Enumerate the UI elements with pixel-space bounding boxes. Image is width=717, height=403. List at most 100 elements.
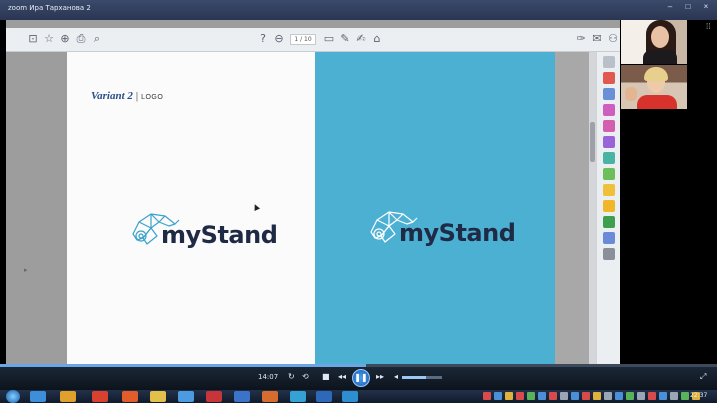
taskbar-clock: 22:37 <box>690 392 708 399</box>
vertical-scrollbar[interactable] <box>589 52 596 382</box>
tray-icon[interactable] <box>494 392 502 400</box>
pdf-icon[interactable] <box>603 72 615 84</box>
fast-forward-icon[interactable]: ▸▸ <box>376 372 384 382</box>
ie-icon[interactable] <box>30 391 46 402</box>
print-icon[interactable]: ⎙ <box>74 32 88 46</box>
sign-icon[interactable]: ✍ <box>354 32 368 46</box>
tray-icon[interactable] <box>681 392 689 400</box>
tools-icon[interactable] <box>603 232 615 244</box>
tray-icon[interactable] <box>615 392 623 400</box>
browser-icon[interactable] <box>178 391 194 402</box>
participant-body <box>637 95 677 109</box>
stamp-icon[interactable]: ⌂ <box>370 32 384 46</box>
brand-logo-blue: myStand <box>367 207 516 247</box>
upload-icon[interactable]: ⊕ <box>58 32 72 46</box>
stop-icon[interactable]: ■ <box>322 372 330 382</box>
progress-fill <box>0 364 366 367</box>
chrome-icon[interactable] <box>92 391 108 402</box>
zoom-icon[interactable]: ⌕ <box>90 32 104 46</box>
slide-page-blue: myStand <box>315 52 555 382</box>
left-margin: ▸ <box>6 52 67 382</box>
participant-video-2[interactable] <box>621 65 687 109</box>
office-icon[interactable] <box>122 391 138 402</box>
maximize-button[interactable]: □ <box>681 2 695 12</box>
bookmark-icon[interactable]: ☆ <box>42 32 56 46</box>
tray-icon[interactable] <box>637 392 645 400</box>
tray-icon[interactable] <box>593 392 601 400</box>
tray-icon[interactable] <box>604 392 612 400</box>
logo-label: LOGO <box>141 94 164 101</box>
tray-icon[interactable] <box>516 392 524 400</box>
shuffle-icon[interactable]: ⟲ <box>302 372 309 382</box>
folder-icon[interactable] <box>150 391 166 402</box>
zoom-app-icon[interactable] <box>316 391 332 402</box>
download-icon[interactable]: ⊖ <box>272 32 286 46</box>
shared-screen: ⊡ ☆ ⊕ ⎙ ⌕ ? ⊖ 1 / 10 ▭ ✎ ✍ ⌂ ✑ ✉ ⚇ ▸ Var… <box>6 20 620 382</box>
viewer-toolbar: ⊡ ☆ ⊕ ⎙ ⌕ ? ⊖ 1 / 10 ▭ ✎ ✍ ⌂ ✑ ✉ ⚇ <box>6 28 620 52</box>
print-icon[interactable] <box>603 216 615 228</box>
minimize-button[interactable]: – <box>663 2 677 12</box>
screen: zoom Ира Тарханова 2 – □ × ⊡ ☆ ⊕ ⎙ ⌕ ? ⊖… <box>0 0 717 403</box>
pen-icon[interactable]: ✎ <box>338 32 352 46</box>
brand-wordmark: myStand <box>161 221 278 249</box>
rewind-icon[interactable]: ◂◂ <box>338 372 346 382</box>
fullscreen-icon[interactable]: ⤢ <box>700 372 706 382</box>
comment-icon[interactable] <box>603 152 615 164</box>
volume-fill <box>402 376 426 379</box>
tray-icon[interactable] <box>560 392 568 400</box>
scrollbar-thumb[interactable] <box>590 122 595 162</box>
help-icon[interactable]: ? <box>256 32 270 46</box>
close-button[interactable]: × <box>699 2 713 12</box>
volume-slider[interactable] <box>402 376 442 379</box>
tray-icon[interactable] <box>571 392 579 400</box>
title-bar: zoom Ира Тарханова 2 – □ × <box>0 0 717 20</box>
tray-icon[interactable] <box>659 392 667 400</box>
media-player-icon[interactable] <box>342 391 358 402</box>
participant-hair <box>644 67 668 81</box>
export-icon[interactable] <box>603 88 615 100</box>
customize-icon[interactable] <box>603 248 615 260</box>
collapse-arrow-icon[interactable]: ▸ <box>24 266 28 274</box>
tray-icon[interactable] <box>549 392 557 400</box>
panel-grip-icon[interactable]: ⁞⁞ <box>706 22 710 31</box>
slide-page-white: Variant 2 | LOGO myStand <box>67 52 315 382</box>
tray-icon[interactable] <box>505 392 513 400</box>
start-button[interactable] <box>6 390 20 403</box>
tools-icon[interactable]: ✑ <box>574 32 588 46</box>
participant-body <box>643 50 677 64</box>
tray-icon[interactable] <box>483 392 491 400</box>
telegram-icon[interactable] <box>290 391 306 402</box>
scan-icon[interactable] <box>603 200 615 212</box>
playback-progress[interactable] <box>0 364 717 367</box>
organize-icon[interactable] <box>603 104 615 116</box>
zoom-icon[interactable] <box>603 56 615 68</box>
tray-icon[interactable] <box>670 392 678 400</box>
compress-icon[interactable] <box>603 168 615 180</box>
fill-sign-icon[interactable] <box>603 136 615 148</box>
explorer-icon[interactable] <box>60 391 76 402</box>
pause-button[interactable]: ❚❚ <box>352 369 370 387</box>
edit-icon[interactable] <box>603 120 615 132</box>
tray-icon[interactable] <box>626 392 634 400</box>
variant-heading: Variant 2 | LOGO <box>91 90 163 102</box>
page-indicator[interactable]: 1 / 10 <box>290 34 316 45</box>
protect-icon[interactable] <box>603 184 615 196</box>
powerpoint-icon[interactable] <box>262 391 278 402</box>
volume-icon[interactable]: ◂ <box>394 372 398 382</box>
tray-icon[interactable] <box>527 392 535 400</box>
participant-video-1[interactable] <box>621 20 687 64</box>
save-icon[interactable]: ⊡ <box>26 32 40 46</box>
share-icon[interactable]: ⚇ <box>606 32 620 46</box>
tray-icon[interactable] <box>582 392 590 400</box>
tray-icon[interactable] <box>538 392 546 400</box>
tray-icon[interactable] <box>648 392 656 400</box>
yandex-icon[interactable] <box>206 391 222 402</box>
participant-hand <box>625 87 637 101</box>
system-tray <box>483 392 700 400</box>
repeat-icon[interactable]: ↻ <box>288 372 295 382</box>
comment-icon[interactable]: ▭ <box>322 32 336 46</box>
variant-label: Variant 2 <box>91 90 133 102</box>
mail-icon[interactable]: ✉ <box>590 32 604 46</box>
participant-face <box>651 26 669 48</box>
word-icon[interactable] <box>234 391 250 402</box>
